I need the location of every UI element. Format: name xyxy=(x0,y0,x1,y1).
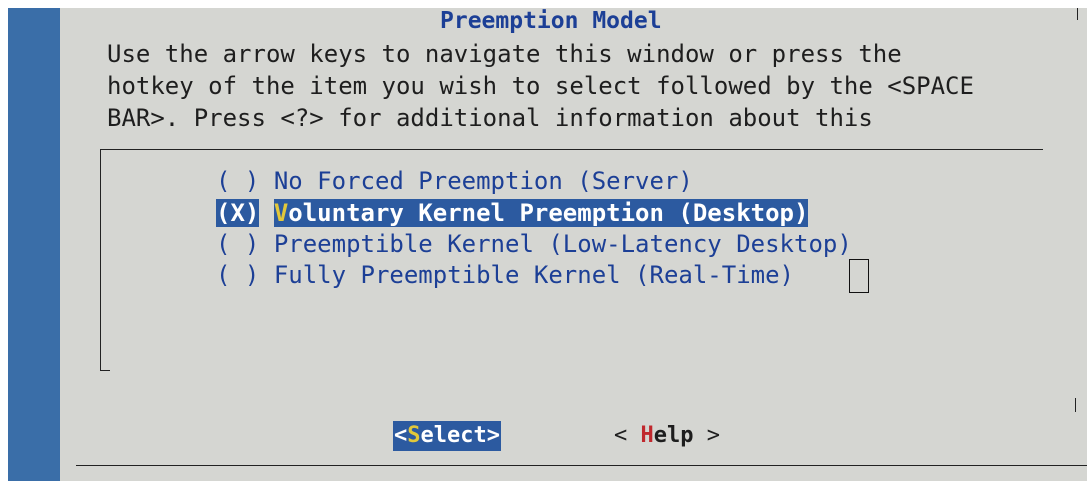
option-hotkey: F xyxy=(273,261,289,289)
list-box-border xyxy=(100,149,1043,150)
option-fully-preemptible-kernel[interactable]: ( ) Fully Preemptible Kernel (Real-Time) xyxy=(216,260,794,290)
terminal-screen: Preemption Model Use the arrow keys to n… xyxy=(0,0,1087,481)
terminal-background xyxy=(8,8,60,481)
option-hotkey: N xyxy=(273,167,289,195)
button-bracket: < xyxy=(394,423,408,448)
instruction-line: BAR>. Press <?> for additional informati… xyxy=(107,104,873,132)
option-no-forced-preemption[interactable]: ( ) No Forced Preemption (Server) xyxy=(216,166,693,196)
button-hotkey: H xyxy=(640,423,654,448)
dialog-title: Preemption Model xyxy=(440,8,662,34)
button-label: elp xyxy=(653,423,694,448)
option-label: reemptible Kernel (Low-Latency Desktop) xyxy=(288,230,852,258)
dialog-frame-edge xyxy=(1075,398,1076,412)
instruction-line: Use the arrow keys to navigate this wind… xyxy=(107,40,902,68)
option-hotkey: P xyxy=(273,230,289,258)
radio-button[interactable]: ( ) xyxy=(216,261,259,289)
list-box-border xyxy=(100,149,101,371)
option-label: ully Preemptible Kernel (Real-Time) xyxy=(288,261,794,289)
dialog-frame-corner xyxy=(1077,8,1078,20)
option-voluntary-kernel-preemption[interactable]: (X) Voluntary Kernel Preemption (Desktop… xyxy=(216,198,809,228)
button-label: elect> xyxy=(420,423,500,448)
help-button[interactable]: < Help > xyxy=(614,421,720,451)
option-preemptible-kernel[interactable]: ( ) Preemptible Kernel (Low-Latency Desk… xyxy=(216,229,852,259)
button-bracket: < xyxy=(614,423,641,448)
option-label: o Forced Preemption (Server) xyxy=(288,167,693,195)
text-cursor xyxy=(849,259,869,293)
instruction-line: hotkey of the item you wish to select fo… xyxy=(107,72,974,100)
list-box-border xyxy=(100,370,110,371)
button-bracket: > xyxy=(693,423,720,448)
radio-button[interactable]: ( ) xyxy=(216,230,259,258)
button-hotkey: S xyxy=(407,423,421,448)
select-button[interactable]: <Select> xyxy=(393,421,501,451)
option-label: oluntary Kernel Preemption (Desktop) xyxy=(288,199,809,227)
dialog-frame-bottom xyxy=(76,465,1087,466)
option-hotkey: V xyxy=(273,199,289,227)
radio-button-selected[interactable]: (X) xyxy=(216,199,260,227)
radio-button[interactable]: ( ) xyxy=(216,167,259,195)
